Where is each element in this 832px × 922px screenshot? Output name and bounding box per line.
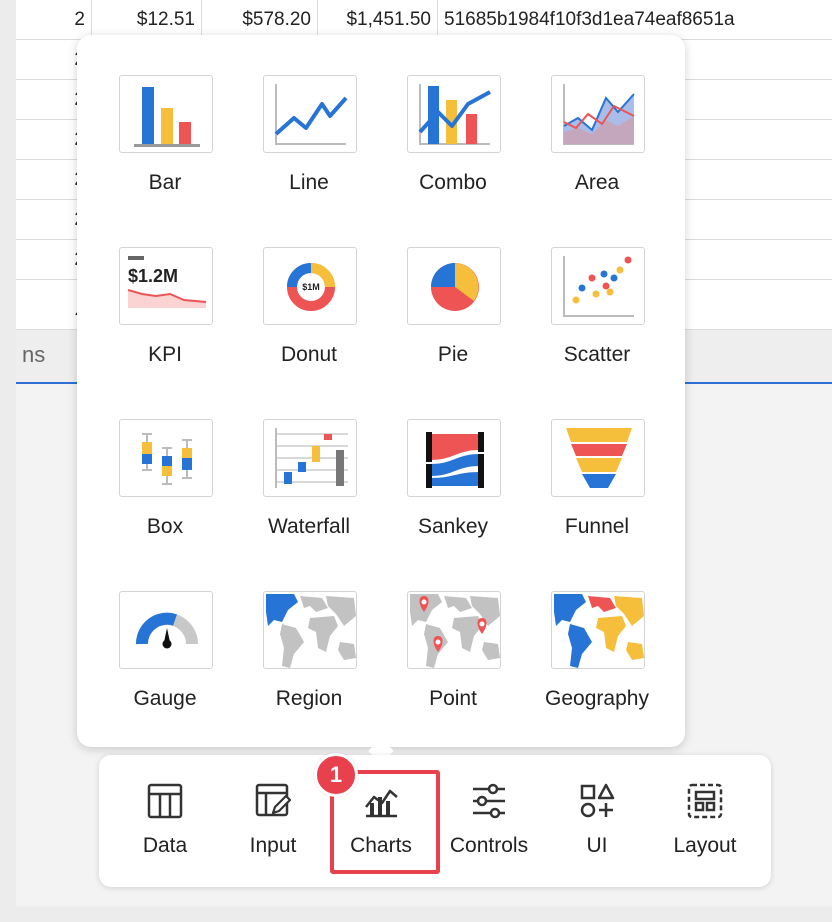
- chart-option-waterfall[interactable]: Waterfall: [237, 413, 381, 577]
- table-cell: $12.51: [92, 0, 202, 39]
- section-header-text: ns: [22, 342, 46, 367]
- toolbar-label: Controls: [449, 834, 529, 857]
- chart-option-label: Sankey: [417, 515, 489, 538]
- toolbar-ui-button[interactable]: UI: [543, 755, 651, 887]
- chart-option-pie[interactable]: Pie: [381, 241, 525, 405]
- table-cell: 51685b1984f10f3d1ea74eaf8651a: [444, 9, 735, 30]
- table-cell: $578.20: [202, 0, 318, 39]
- chart-option-label: Box: [146, 515, 184, 538]
- area-chart-icon: [551, 75, 645, 153]
- toolbar-label: Charts: [350, 834, 412, 857]
- sliders-icon: [473, 783, 505, 819]
- chart-option-label: KPI: [148, 343, 182, 366]
- chart-option-scatter[interactable]: Scatter: [525, 241, 669, 405]
- chart-option-label: Pie: [437, 343, 469, 366]
- table-icon: [147, 783, 183, 819]
- chart-option-label: Geography: [545, 687, 649, 710]
- chart-option-label: Region: [275, 687, 343, 710]
- chart-option-bar[interactable]: Bar: [93, 69, 237, 233]
- chart-option-label: Gauge: [133, 687, 197, 710]
- donut-center-value: $1M: [302, 282, 320, 292]
- table-row[interactable]: 2 $12.51 $578.20 $1,451.50 51685b1984f10…: [16, 0, 832, 40]
- shapes-icon: [580, 783, 615, 818]
- toolbar-controls-button[interactable]: Controls: [435, 755, 543, 887]
- scatter-chart-icon: [551, 247, 645, 325]
- chart-option-region[interactable]: Region: [237, 585, 381, 749]
- chart-option-funnel[interactable]: Funnel: [525, 413, 669, 577]
- chart-option-point[interactable]: Point: [381, 585, 525, 749]
- toolbar-label: Layout: [673, 834, 737, 857]
- line-chart-icon: [263, 75, 357, 153]
- chart-option-geography[interactable]: Geography: [525, 585, 669, 749]
- chart-option-sankey[interactable]: Sankey: [381, 413, 525, 577]
- element-toolbar: Data Input Charts Controls UI Layout: [99, 755, 771, 887]
- chart-type-popover: Bar Line Combo Area $1.2M KPI $1M Donut …: [77, 35, 685, 747]
- chart-option-label: Line: [289, 171, 329, 194]
- funnel-chart-icon: [551, 419, 645, 497]
- toolbar-layout-button[interactable]: Layout: [651, 755, 759, 887]
- region-map-icon: [263, 591, 357, 669]
- chart-option-label: Combo: [419, 171, 487, 194]
- table-cell: 2: [16, 0, 92, 39]
- geography-map-icon: [551, 591, 645, 669]
- chart-option-donut[interactable]: $1M Donut: [237, 241, 381, 405]
- toolbar-data-button[interactable]: Data: [111, 755, 219, 887]
- layout-icon: [687, 783, 723, 819]
- kpi-icon: $1.2M: [119, 247, 213, 325]
- chart-option-label: Donut: [280, 343, 338, 366]
- toolbar-input-button[interactable]: Input: [219, 755, 327, 887]
- chart-option-box[interactable]: Box: [93, 413, 237, 577]
- step-badge: 1: [314, 753, 358, 797]
- chart-option-gauge[interactable]: Gauge: [93, 585, 237, 749]
- chart-option-label: Point: [429, 687, 477, 710]
- chart-option-label: Waterfall: [267, 515, 351, 538]
- box-plot-icon: [119, 419, 213, 497]
- chart-option-label: Bar: [148, 171, 182, 194]
- point-map-icon: [407, 591, 501, 669]
- chart-option-line[interactable]: Line: [237, 69, 381, 233]
- combo-chart-icon: [407, 75, 501, 153]
- chart-option-label: Area: [574, 171, 620, 194]
- pie-chart-icon: [407, 247, 501, 325]
- donut-chart-icon: $1M: [263, 247, 357, 325]
- toolbar-label: Data: [142, 834, 188, 857]
- chart-option-label: Scatter: [563, 343, 631, 366]
- table-cell: $1,451.50: [318, 0, 438, 39]
- chart-option-label: Funnel: [564, 515, 630, 538]
- input-table-icon: [255, 783, 291, 817]
- sankey-chart-icon: [407, 419, 501, 497]
- bar-chart-icon: [119, 75, 213, 153]
- chart-option-combo[interactable]: Combo: [381, 69, 525, 233]
- chart-icon: [365, 789, 398, 818]
- chart-option-kpi[interactable]: $1.2M KPI: [93, 241, 237, 405]
- waterfall-chart-icon: [263, 419, 357, 497]
- chart-option-area[interactable]: Area: [525, 69, 669, 233]
- toolbar-label: UI: [586, 834, 608, 857]
- toolbar-label: Input: [249, 834, 297, 857]
- kpi-value: $1.2M: [128, 266, 178, 286]
- gauge-chart-icon: [119, 591, 213, 669]
